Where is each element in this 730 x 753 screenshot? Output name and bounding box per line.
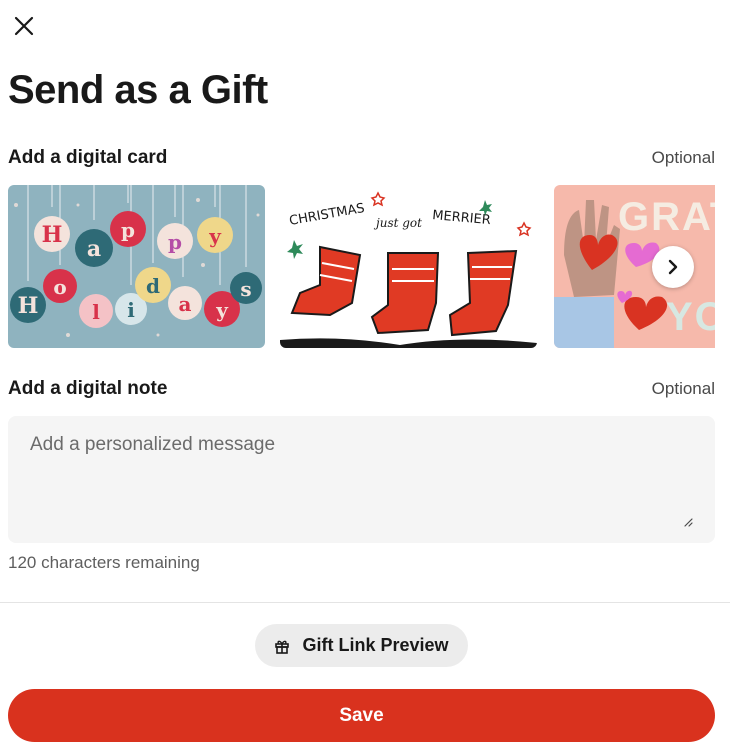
svg-text:p: p (121, 218, 135, 242)
gift-link-preview-label: Gift Link Preview (302, 635, 449, 655)
svg-text:p: p (168, 230, 182, 254)
svg-text:d: d (146, 274, 160, 298)
divider (0, 602, 730, 603)
svg-text:a: a (179, 292, 192, 316)
carousel-next-button[interactable] (652, 246, 694, 288)
svg-text:a: a (87, 236, 101, 262)
close-button[interactable] (10, 12, 38, 40)
svg-text:s: s (240, 277, 251, 301)
happy-holidays-art: H a p p y H o l i d a y s (8, 185, 265, 348)
digital-card-heading: Add a digital card (8, 147, 168, 168)
svg-text:l: l (92, 300, 100, 324)
page-title: Send as a Gift (8, 68, 268, 112)
svg-text:H: H (18, 293, 39, 319)
svg-text:YO: YO (666, 295, 715, 339)
svg-text:H: H (42, 222, 63, 248)
svg-text:y: y (215, 298, 229, 322)
save-button[interactable]: Save (8, 689, 715, 742)
svg-text:GRAT: GRAT (618, 195, 715, 239)
card-happy-holidays[interactable]: H a p p y H o l i d a y s (8, 185, 265, 348)
digital-note-header: Add a digital note Optional (8, 378, 715, 400)
close-icon (14, 16, 34, 36)
svg-text:just got: just got (373, 216, 422, 230)
digital-note-heading: Add a digital note (8, 378, 168, 399)
note-textarea[interactable] (8, 416, 715, 543)
svg-text:i: i (127, 298, 135, 322)
card-carousel: H a p p y H o l i d a y s CHRISTMAS just… (8, 185, 715, 348)
digital-card-optional-label: Optional (651, 148, 715, 167)
note-field-container (8, 416, 715, 543)
card-christmas-merrier[interactable]: CHRISTMAS just got MERRIER (280, 185, 537, 348)
characters-remaining: 120 characters remaining (8, 553, 200, 572)
gift-icon (275, 640, 290, 654)
resize-handle-icon[interactable] (681, 515, 693, 527)
digital-card-header: Add a digital card Optional (8, 147, 715, 169)
christmas-merrier-art: CHRISTMAS just got MERRIER (280, 185, 537, 348)
svg-text:o: o (53, 275, 66, 299)
chevron-right-icon (668, 259, 678, 275)
save-button-label: Save (339, 704, 384, 726)
digital-note-optional-label: Optional (651, 379, 715, 398)
ornament-h1: H (34, 216, 70, 252)
gift-link-preview-button[interactable]: Gift Link Preview (255, 624, 468, 667)
svg-text:y: y (208, 224, 222, 248)
